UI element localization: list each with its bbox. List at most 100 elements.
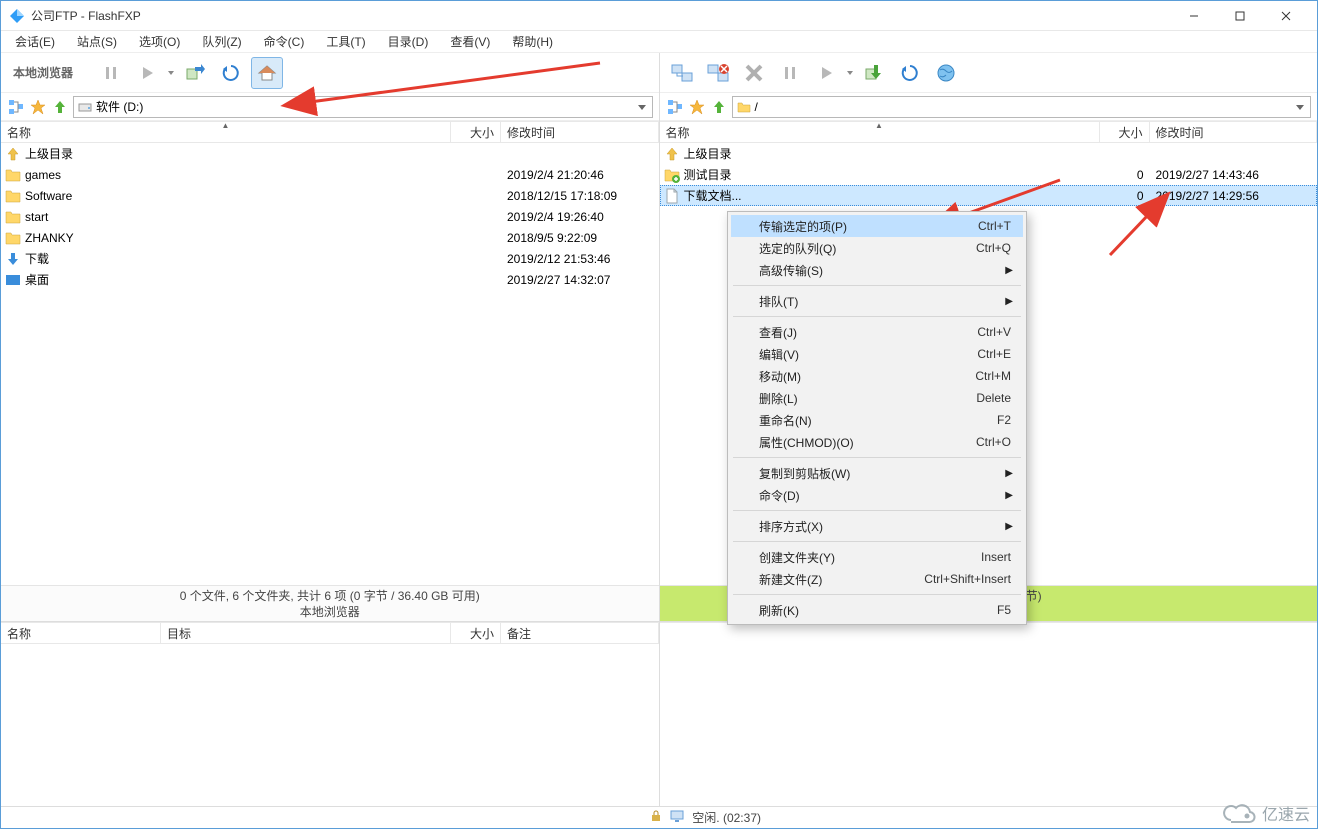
context-menu-item[interactable]: 查看(J)Ctrl+V: [731, 321, 1023, 343]
local-path-input[interactable]: 软件 (D:): [73, 96, 653, 118]
menu-item[interactable]: 目录(D): [380, 31, 437, 52]
context-menu-item[interactable]: 重命名(N)F2: [731, 409, 1023, 431]
up-icon: [664, 146, 680, 162]
refresh-button[interactable]: [894, 57, 926, 89]
menu-shortcut: F2: [997, 413, 1011, 427]
item-mtime: 2019/2/4 19:26:40: [501, 210, 659, 224]
local-toolbar: 本地浏览器: [1, 53, 659, 93]
list-item[interactable]: ZHANKY2018/9/5 9:22:09: [1, 227, 659, 248]
list-item[interactable]: 测试目录02019/2/27 14:43:46: [660, 164, 1318, 185]
pause-button[interactable]: [774, 57, 806, 89]
minimize-button[interactable]: [1171, 1, 1217, 31]
menu-shortcut: Ctrl+Shift+Insert: [924, 572, 1011, 586]
dropdown-icon[interactable]: [846, 64, 854, 82]
maximize-button[interactable]: [1217, 1, 1263, 31]
dropdown-icon[interactable]: [1293, 100, 1307, 114]
queue-body[interactable]: [1, 644, 659, 806]
menu-item[interactable]: 查看(V): [442, 31, 498, 52]
item-name: 下载文档...: [684, 187, 742, 204]
download-button[interactable]: [858, 57, 890, 89]
menu-label: 刷新(K): [759, 602, 799, 619]
menu-label: 编辑(V): [759, 346, 799, 363]
menu-label: 删除(L): [759, 390, 798, 407]
pause-button[interactable]: [95, 57, 127, 89]
list-item[interactable]: 上级目录: [1, 143, 659, 164]
connect-button[interactable]: [666, 57, 698, 89]
queue-col-target[interactable]: 目标: [161, 623, 451, 643]
remote-path-text: /: [755, 100, 758, 114]
list-item[interactable]: 下载2019/2/12 21:53:46: [1, 248, 659, 269]
context-menu-item[interactable]: 高级传输(S)▶: [731, 259, 1023, 281]
menu-item[interactable]: 队列(Z): [194, 31, 249, 52]
play-button[interactable]: [810, 57, 842, 89]
home-button[interactable]: [251, 57, 283, 89]
queue-col-size[interactable]: 大小: [451, 623, 501, 643]
context-menu-item[interactable]: 刷新(K)F5: [731, 599, 1023, 621]
context-menu-item[interactable]: 编辑(V) Ctrl+E: [731, 343, 1023, 365]
list-item[interactable]: Software2018/12/15 17:18:09: [1, 185, 659, 206]
context-menu-item[interactable]: 传输选定的项(P)Ctrl+T: [731, 215, 1023, 237]
context-menu-item[interactable]: 复制到剪贴板(W)▶: [731, 462, 1023, 484]
context-menu-item[interactable]: 排队(T)▶: [731, 290, 1023, 312]
col-name[interactable]: ▲名称: [1, 122, 451, 142]
item-name: 下载: [25, 250, 49, 267]
list-item[interactable]: 桌面2019/2/27 14:32:07: [1, 269, 659, 290]
menu-item[interactable]: 帮助(H): [504, 31, 561, 52]
dropdown-icon[interactable]: [635, 100, 649, 114]
context-menu-item[interactable]: 创建文件夹(Y)Insert: [731, 546, 1023, 568]
remote-path-input[interactable]: /: [732, 96, 1312, 118]
transfer-button[interactable]: [179, 57, 211, 89]
bookmark-icon[interactable]: [688, 98, 706, 116]
item-mtime: 2018/9/5 9:22:09: [501, 231, 659, 245]
lock-icon: [650, 810, 662, 825]
item-name: 测试目录: [684, 166, 732, 183]
context-menu-item[interactable]: 选定的队列(Q)Ctrl+Q: [731, 237, 1023, 259]
context-menu-item[interactable]: 新建文件(Z) Ctrl+Shift+Insert: [731, 568, 1023, 590]
titlebar: 公司FTP - FlashFXP: [1, 1, 1317, 31]
bookmark-icon[interactable]: [29, 98, 47, 116]
col-name[interactable]: ▲名称: [660, 122, 1100, 142]
disconnect-button[interactable]: [702, 57, 734, 89]
context-menu-item[interactable]: 属性(CHMOD)(O)Ctrl+O: [731, 431, 1023, 453]
folder+-icon: [664, 167, 680, 183]
col-size[interactable]: 大小: [1100, 122, 1150, 142]
col-size[interactable]: 大小: [451, 122, 501, 142]
up-arrow-icon[interactable]: [51, 98, 69, 116]
up-arrow-icon[interactable]: [710, 98, 728, 116]
menu-shortcut: Ctrl+E: [977, 347, 1011, 361]
context-menu-item[interactable]: 移动(M)Ctrl+M: [731, 365, 1023, 387]
context-menu-item[interactable]: 排序方式(X)▶: [731, 515, 1023, 537]
item-size: 0: [1100, 189, 1150, 203]
list-item[interactable]: 下载文档...02019/2/27 14:29:56: [660, 185, 1318, 206]
menu-item[interactable]: 选项(O): [131, 31, 188, 52]
menu-item[interactable]: 工具(T): [318, 31, 373, 52]
log-body[interactable]: [660, 622, 1318, 806]
globe-button[interactable]: [930, 57, 962, 89]
list-item[interactable]: games2019/2/4 21:20:46: [1, 164, 659, 185]
local-file-list[interactable]: 上级目录games2019/2/4 21:20:46Software2018/1…: [1, 143, 659, 585]
down-icon: [5, 251, 21, 267]
queue-col-name[interactable]: 名称: [1, 623, 161, 643]
refresh-button[interactable]: [215, 57, 247, 89]
menu-item[interactable]: 会话(E): [7, 31, 63, 52]
dropdown-icon[interactable]: [167, 64, 175, 82]
menu-label: 新建文件(Z): [759, 571, 822, 588]
menu-item[interactable]: 站点(S): [69, 31, 125, 52]
menu-label: 移动(M): [759, 368, 801, 385]
col-mtime[interactable]: 修改时间: [501, 122, 659, 142]
footer-status: 空闲. (02:37): [692, 809, 761, 826]
tree-icon[interactable]: [7, 98, 25, 116]
abort-button[interactable]: [738, 57, 770, 89]
queue-col-note[interactable]: 备注: [501, 623, 659, 643]
up-icon: [5, 146, 21, 162]
list-item[interactable]: 上级目录: [660, 143, 1318, 164]
context-menu-item[interactable]: 删除(L)Delete: [731, 387, 1023, 409]
menu-shortcut: Ctrl+Q: [976, 241, 1011, 255]
list-item[interactable]: start2019/2/4 19:26:40: [1, 206, 659, 227]
tree-icon[interactable]: [666, 98, 684, 116]
close-button[interactable]: [1263, 1, 1309, 31]
context-menu-item[interactable]: 命令(D)▶: [731, 484, 1023, 506]
col-mtime[interactable]: 修改时间: [1150, 122, 1318, 142]
menu-item[interactable]: 命令(C): [256, 31, 313, 52]
play-button[interactable]: [131, 57, 163, 89]
